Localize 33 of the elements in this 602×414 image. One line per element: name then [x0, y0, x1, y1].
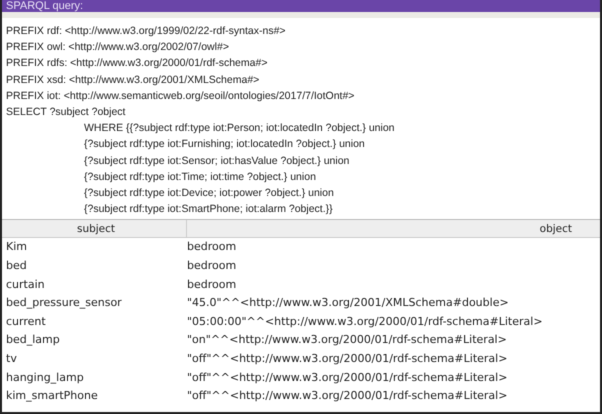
query-line: PREFIX owl: <http://www.w3.org/2002/07/owl#>: [6, 40, 230, 56]
query-line: PREFIX rdfs: <http://www.w3.org/2000/01/rdf-schema#>: [6, 56, 268, 72]
table-cell: bedroom: [187, 259, 236, 272]
table-cell: "off"^^<http://www.w3.org/2000/01/rdf-schema#Literal>: [187, 370, 508, 384]
table-cell: current: [6, 314, 46, 328]
table-cell: bedroom: [187, 240, 236, 254]
query-line: SELECT ?subject ?object: [6, 105, 126, 120]
table-cell: "05:00:00"^^<http://www.w3.org/2000/01/rdf-schema#Literal>: [187, 314, 543, 328]
table-cell: "on"^^<http://www.w3.org/2000/01/rdf-schema#Literal>: [187, 333, 507, 346]
panel-title: SPARQL query:: [2, 0, 600, 12]
column-header[interactable]: subject: [2, 220, 187, 238]
query-line: WHERE {{?subject rdf:type iot:Person; iot:locatedIn ?object.} union: [83, 121, 396, 136]
table-cell: tv: [6, 352, 17, 365]
query-line: PREFIX xsd: <http://www.w3.org/2001/XMLSchema#>: [6, 72, 260, 88]
table-cell: "off"^^<http://www.w3.org/2000/01/rdf-schema#Literal>: [187, 352, 508, 365]
table-cell: "45.0"^^<http://www.w3.org/2001/XMLSchema#double>: [187, 296, 509, 310]
column-header[interactable]: object: [187, 220, 600, 238]
table-cell: "off"^^<http://www.w3.org/2000/01/rdf-schema#Literal>: [187, 389, 508, 402]
table-cell: hanging_lamp: [6, 370, 84, 384]
table-cell: bed_lamp: [6, 333, 60, 346]
table-cell: kim_smartPhone: [6, 389, 98, 402]
query-line: {?subject rdf:type iot:SmartPhone; iot:alarm ?object.}}: [83, 202, 334, 218]
table-cell: bed: [6, 259, 27, 272]
query-line: {?subject rdf:type iot:Time; iot:time ?object.} union: [83, 170, 317, 185]
query-line: PREFIX rdf: <http://www.w3.org/1999/02/22-rdf-syntax-ns#>: [6, 24, 287, 39]
query-line: {?subject rdf:type iot:Device; iot:power ?object.} union: [83, 186, 335, 202]
table-cell: curtain: [6, 278, 45, 291]
table-cell: bed_pressure_sensor: [6, 296, 122, 310]
table-cell: Kim: [6, 240, 27, 254]
query-line: {?subject rdf:type iot:Furnishing; iot:locatedIn ?object.} union: [83, 137, 366, 152]
query-line: {?subject rdf:type iot:Sensor; iot:hasValue ?object.} union: [83, 154, 350, 169]
query-line: PREFIX iot: <http://www.semanticweb.org/seoil/ontologies/2017/7/IotOnt#>: [6, 88, 356, 104]
table-cell: bedroom: [187, 278, 236, 291]
